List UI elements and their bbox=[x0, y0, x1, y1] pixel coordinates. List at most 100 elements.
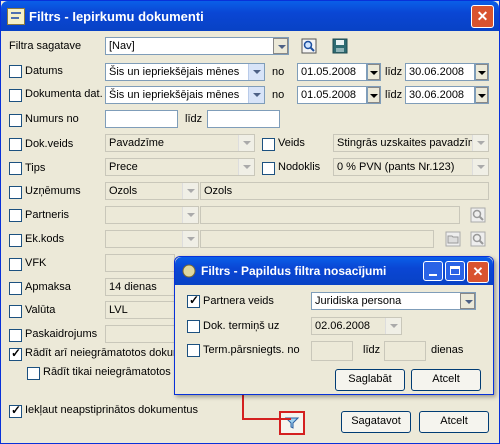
cancel-button[interactable]: Atcelt bbox=[419, 411, 489, 433]
ekcode-checkbox[interactable] bbox=[9, 234, 22, 247]
chevron-down-icon[interactable] bbox=[476, 64, 488, 80]
chevron-down-icon[interactable] bbox=[368, 87, 380, 103]
ekcode-label: Ek.kods bbox=[25, 233, 65, 245]
vfk-label: VFK bbox=[25, 257, 47, 269]
subdialog-title-bar[interactable]: Filtrs - Papildus filtra nosacījumi ✕ bbox=[175, 257, 493, 285]
currency-select[interactable]: LVL bbox=[105, 301, 175, 319]
kind-checkbox[interactable] bbox=[262, 138, 275, 151]
number-to-field[interactable] bbox=[207, 110, 280, 128]
company-code-select[interactable]: Ozols bbox=[105, 182, 199, 200]
minimize-button[interactable] bbox=[423, 261, 443, 281]
subdialog-cancel-button[interactable]: Atcelt bbox=[411, 369, 481, 391]
kind-label: Veids bbox=[278, 137, 305, 149]
chevron-down-icon[interactable] bbox=[182, 231, 198, 247]
maximize-button[interactable] bbox=[445, 261, 465, 281]
payment-checkbox[interactable] bbox=[9, 282, 22, 295]
extra-filter-dialog: Filtrs - Papildus filtra nosacījumi ✕ Pa… bbox=[174, 256, 494, 395]
save-disk-icon[interactable] bbox=[332, 38, 348, 54]
chevron-down-icon[interactable] bbox=[238, 135, 254, 151]
kind-select[interactable]: Stingrās uzskaites pavadzīme bbox=[333, 134, 489, 152]
tax-label: Nodoklis bbox=[278, 161, 321, 173]
date-label: Datums bbox=[25, 65, 63, 77]
close-button[interactable]: ✕ bbox=[471, 5, 494, 28]
partner-search-icon[interactable] bbox=[470, 207, 486, 223]
docdate-from-field[interactable]: 01.05.2008 bbox=[297, 86, 367, 104]
template-select[interactable]: [Nav] bbox=[105, 37, 289, 55]
currency-checkbox[interactable] bbox=[9, 305, 22, 318]
chevron-down-icon[interactable] bbox=[368, 64, 380, 80]
payment-select[interactable]: 14 dienas bbox=[105, 278, 175, 296]
subdialog-save-button[interactable]: Saglabāt bbox=[335, 369, 405, 391]
doctype-label: Dok.veids bbox=[25, 138, 74, 150]
subdialog-close-button[interactable]: ✕ bbox=[467, 261, 489, 283]
chevron-down-icon[interactable] bbox=[182, 207, 198, 223]
overdue-label: Term.pārsniegts. no bbox=[203, 344, 300, 356]
partner-type-label: Partnera veids bbox=[203, 295, 274, 307]
date-checkbox[interactable] bbox=[9, 65, 22, 78]
company-name-field: Ozols bbox=[200, 182, 489, 200]
docdate-to-field[interactable]: 30.06.2008 bbox=[405, 86, 475, 104]
partner-label: Partneris bbox=[25, 209, 70, 221]
chevron-down-icon[interactable] bbox=[385, 318, 401, 334]
show-only-unregistered-checkbox[interactable] bbox=[27, 367, 40, 380]
number-checkbox[interactable] bbox=[9, 114, 22, 127]
chevron-down-icon[interactable] bbox=[182, 183, 198, 199]
payment-label: Apmaksa bbox=[25, 281, 71, 293]
date-to-dropdown[interactable] bbox=[475, 63, 489, 81]
docdate-from-dropdown[interactable] bbox=[367, 86, 381, 104]
partner-type-select[interactable]: Juridiska persona bbox=[311, 292, 476, 310]
due-date-checkbox[interactable] bbox=[187, 320, 200, 333]
date-period-select[interactable]: Šis un iepriekšējais mēnes bbox=[105, 63, 265, 81]
currency-label: Valūta bbox=[25, 304, 56, 316]
docdate-to-dropdown[interactable] bbox=[475, 86, 489, 104]
company-checkbox[interactable] bbox=[9, 186, 22, 199]
type-label: Tips bbox=[25, 162, 46, 174]
date-from-dropdown[interactable] bbox=[367, 63, 381, 81]
ekcode-name-field bbox=[200, 230, 434, 248]
chevron-down-icon[interactable] bbox=[238, 159, 254, 175]
doctype-select[interactable]: Pavadzīme bbox=[105, 134, 255, 152]
due-date-label: Dok. termiņš uz bbox=[203, 320, 280, 332]
chevron-down-icon[interactable] bbox=[472, 159, 488, 175]
doctype-checkbox[interactable] bbox=[9, 138, 22, 151]
number-to-label: līdz bbox=[185, 113, 203, 125]
type-checkbox[interactable] bbox=[9, 162, 22, 175]
chevron-down-icon[interactable] bbox=[248, 64, 264, 80]
tax-select[interactable]: 0 % PVN (pants Nr.123) bbox=[333, 158, 489, 176]
search-icon[interactable] bbox=[301, 38, 317, 54]
chevron-down-icon[interactable] bbox=[460, 293, 475, 309]
save-button[interactable]: Sagatavot bbox=[341, 411, 411, 433]
number-from-field[interactable] bbox=[105, 110, 178, 128]
chevron-down-icon[interactable] bbox=[273, 38, 288, 54]
explanations-label: Paskaidrojums bbox=[25, 328, 98, 340]
app-icon bbox=[7, 8, 25, 25]
include-unconfirmed-checkbox[interactable] bbox=[9, 403, 22, 418]
explanations-checkbox[interactable] bbox=[9, 329, 22, 342]
ekcode-search-icon[interactable] bbox=[470, 231, 486, 247]
show-unregistered-checkbox[interactable] bbox=[9, 346, 22, 361]
title-bar[interactable]: Filtrs - Iepirkumu dokumenti ✕ bbox=[1, 1, 499, 31]
show-only-unregistered-label: Rādīt tikai neiegrāmatotos dokumentus bbox=[43, 366, 175, 378]
chevron-down-icon[interactable] bbox=[248, 87, 264, 103]
explanations-field bbox=[105, 325, 175, 343]
chevron-down-icon[interactable] bbox=[476, 87, 488, 103]
chevron-down-icon[interactable] bbox=[472, 135, 488, 151]
date-to-field[interactable]: 30.06.2008 bbox=[405, 63, 475, 81]
show-unregistered-label: Rādīt arī neiegrāmatotos dokumentus bbox=[25, 347, 175, 359]
due-date-select[interactable]: 02.06.2008 bbox=[311, 317, 402, 335]
type-select[interactable]: Prece bbox=[105, 158, 255, 176]
docdate-from-label: no bbox=[272, 89, 285, 101]
docdate-checkbox[interactable] bbox=[9, 89, 22, 102]
tax-checkbox[interactable] bbox=[262, 162, 275, 175]
overdue-checkbox[interactable] bbox=[187, 344, 200, 357]
partner-code-select[interactable] bbox=[105, 206, 199, 224]
docdate-period-select[interactable]: Šis un iepriekšējais mēnes bbox=[105, 86, 265, 104]
overdue-from-field bbox=[311, 341, 353, 361]
date-from-field[interactable]: 01.05.2008 bbox=[297, 63, 367, 81]
partner-type-checkbox[interactable] bbox=[187, 293, 200, 308]
vfk-checkbox[interactable] bbox=[9, 258, 22, 271]
company-label: Uzņēmums bbox=[25, 185, 81, 197]
folder-icon[interactable] bbox=[445, 231, 461, 247]
partner-checkbox[interactable] bbox=[9, 209, 22, 222]
ekcode-select[interactable] bbox=[105, 230, 199, 248]
